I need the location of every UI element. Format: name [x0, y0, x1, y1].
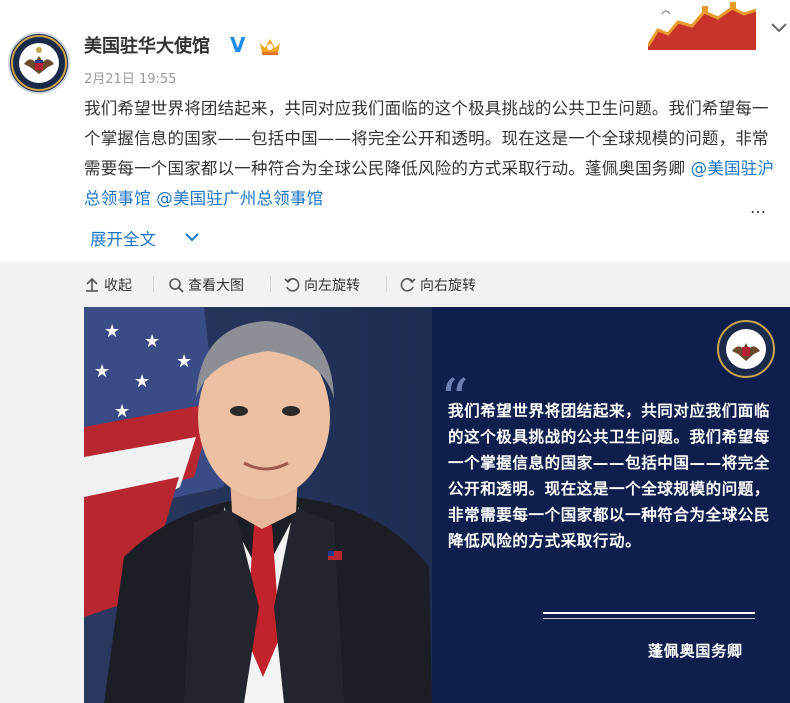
post-body: 我们希望世界将团结起来，共同对应我们面临的这个极具挑战的公共卫生问题。我们希望每…: [84, 99, 769, 178]
divider: [386, 276, 387, 292]
image-signature: 蓬佩奥国务卿: [648, 642, 743, 660]
svg-text:★: ★: [114, 401, 130, 422]
rotate-left-icon: [284, 278, 300, 292]
image-quote: 我们希望世界将团结起来，共同对应我们面临的这个极具挑战的公共卫生问题。我们希望每…: [448, 402, 771, 550]
svg-text:★: ★: [176, 351, 192, 372]
rotate-right-icon: [400, 278, 416, 292]
rotate-right-label: 向右旋转: [420, 278, 476, 294]
rotate-right-button[interactable]: 向右旋转: [400, 275, 476, 295]
divider: [543, 618, 755, 619]
seal-icon: [11, 35, 67, 91]
divider: [153, 276, 154, 292]
post-text: 我们希望世界将团结起来，共同对应我们面临的这个极具挑战的公共卫生问题。我们希望每…: [84, 94, 780, 214]
arrow-up-icon: [86, 277, 98, 292]
avatar[interactable]: [8, 32, 70, 94]
svg-text:★: ★: [134, 371, 150, 392]
crown-badge-icon[interactable]: [258, 35, 282, 57]
chevron-down-icon[interactable]: [184, 230, 200, 244]
view-large-button[interactable]: 查看大图: [168, 275, 244, 295]
svg-text:★: ★: [144, 331, 160, 352]
divider: [270, 276, 271, 292]
post-time[interactable]: 2月21日 19:55: [84, 68, 176, 87]
svg-text:★: ★: [94, 361, 110, 382]
mention-guangzhou[interactable]: @美国驻广州总领事馆: [156, 189, 323, 208]
rotate-left-button[interactable]: 向左旋转: [284, 275, 360, 295]
verified-icon: V: [230, 33, 246, 57]
chevron-down-icon[interactable]: [770, 21, 788, 35]
seal-icon: [717, 320, 775, 378]
expand-link[interactable]: 展开全文: [90, 226, 156, 250]
collapse-label: 收起: [104, 278, 132, 294]
great-wall-banner: [648, 0, 756, 50]
rotate-left-label: 向左旋转: [304, 278, 360, 294]
svg-text:★: ★: [104, 321, 120, 342]
account-name[interactable]: 美国驻华大使馆: [84, 32, 210, 58]
ellipsis: …: [750, 198, 766, 217]
magnifier-icon: [169, 278, 184, 293]
divider: [543, 612, 755, 614]
view-large-label: 查看大图: [188, 278, 244, 294]
collapse-button[interactable]: 收起: [84, 275, 132, 295]
